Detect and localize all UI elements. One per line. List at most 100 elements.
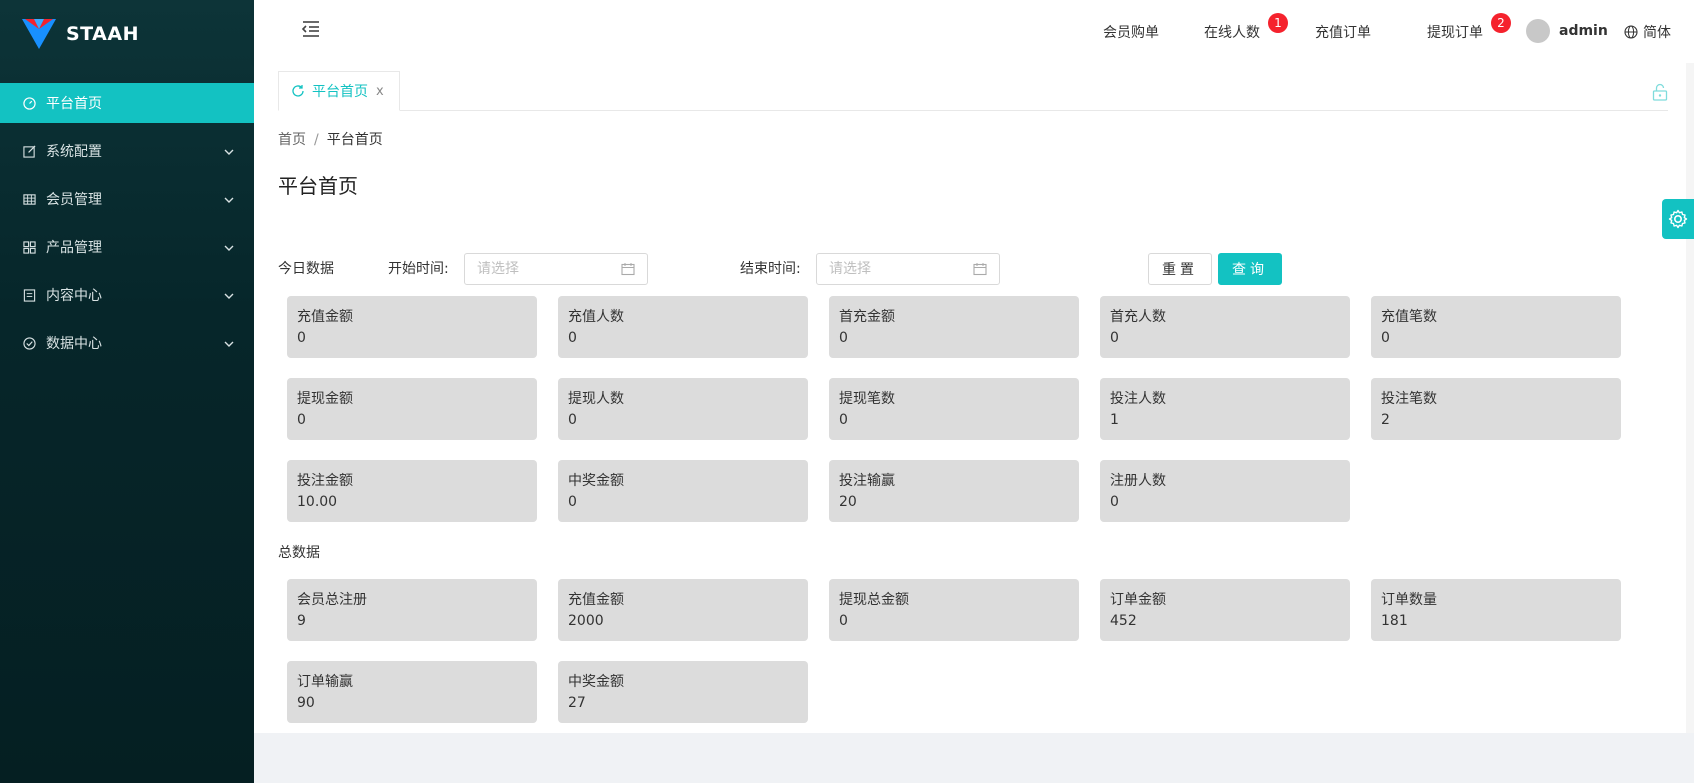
sidebar-item-label: 系统配置 xyxy=(46,144,102,160)
brand-name: STAAH xyxy=(66,23,139,45)
stat-label: 会员总注册 xyxy=(297,592,367,608)
username[interactable]: admin xyxy=(1559,0,1608,63)
reset-button[interactable]: 重置 xyxy=(1148,253,1212,285)
stat-card: 提现金额 0 xyxy=(287,378,537,440)
stat-label: 订单金额 xyxy=(1110,592,1166,608)
end-date-picker[interactable] xyxy=(816,253,1000,285)
stat-value: 181 xyxy=(1381,613,1408,629)
stat-label: 提现总金额 xyxy=(839,592,909,608)
menu-fold-icon[interactable] xyxy=(301,20,321,42)
avatar[interactable] xyxy=(1526,19,1550,43)
sidebar-item-system-config[interactable]: 系统配置 xyxy=(0,131,254,171)
sidebar-item-label: 平台首页 xyxy=(46,96,102,112)
sidebar: STAAH 平台首页 系统配置 会员管理 产品管理 内容中心 数据中心 xyxy=(0,0,254,783)
settings-button[interactable] xyxy=(1662,199,1694,239)
stat-card: 订单金额 452 xyxy=(1100,579,1350,641)
stat-value: 0 xyxy=(839,330,848,346)
stat-card: 首充金额 0 xyxy=(829,296,1079,358)
stat-value: 0 xyxy=(297,330,306,346)
stat-value: 2000 xyxy=(568,613,604,629)
nav-recharge-orders[interactable]: 充值订单 xyxy=(1315,0,1371,63)
stat-card: 注册人数 0 xyxy=(1100,460,1350,522)
calendar-icon xyxy=(621,262,635,280)
nav-online-users[interactable]: 在线人数 xyxy=(1204,0,1260,63)
stat-label: 提现笔数 xyxy=(839,391,895,407)
logo[interactable]: STAAH xyxy=(0,0,254,68)
stat-card: 投注输赢 20 xyxy=(829,460,1079,522)
query-button[interactable]: 查询 xyxy=(1218,253,1282,285)
sidebar-item-data-center[interactable]: 数据中心 xyxy=(0,323,254,363)
stat-label: 订单输赢 xyxy=(297,674,353,690)
stat-value: 0 xyxy=(839,613,848,629)
total-data-label: 总数据 xyxy=(278,545,320,561)
stat-value: 0 xyxy=(297,412,306,428)
sidebar-item-members[interactable]: 会员管理 xyxy=(0,179,254,219)
unlock-icon[interactable] xyxy=(1652,83,1668,105)
stat-label: 订单数量 xyxy=(1381,592,1437,608)
tab-dashboard[interactable]: 平台首页 x xyxy=(278,71,400,111)
stat-value: 0 xyxy=(1110,494,1119,510)
end-date-input[interactable] xyxy=(829,254,969,284)
stat-label: 投注输赢 xyxy=(839,473,895,489)
stat-card: 订单输赢 90 xyxy=(287,661,537,723)
chevron-down-icon xyxy=(224,145,234,161)
stat-label: 中奖金额 xyxy=(568,674,624,690)
nav-withdraw-orders[interactable]: 提现订单 xyxy=(1427,0,1483,63)
globe-icon xyxy=(1624,24,1638,39)
chevron-down-icon xyxy=(224,241,234,257)
end-time-label: 结束时间: xyxy=(740,261,801,277)
sidebar-item-label: 数据中心 xyxy=(46,336,102,352)
start-time-label: 开始时间: xyxy=(388,261,449,277)
stat-label: 充值金额 xyxy=(297,309,353,325)
main-content: 平台首页 x 首页 / 平台首页 平台首页 今日数据 开始时间: 结束时间: 重置 … xyxy=(254,63,1694,733)
stat-label: 首充金额 xyxy=(839,309,895,325)
stat-value: 1 xyxy=(1110,412,1119,428)
stat-label: 充值金额 xyxy=(568,592,624,608)
stat-value: 0 xyxy=(568,412,577,428)
scrollbar[interactable] xyxy=(1686,63,1694,733)
stat-card: 提现总金额 0 xyxy=(829,579,1079,641)
stat-value: 90 xyxy=(297,695,315,711)
sidebar-item-products[interactable]: 产品管理 xyxy=(0,227,254,267)
tab-label: 平台首页 xyxy=(312,84,368,100)
stat-label: 充值笔数 xyxy=(1381,309,1437,325)
stat-label: 注册人数 xyxy=(1110,473,1166,489)
stat-value: 9 xyxy=(297,613,306,629)
stat-label: 首充人数 xyxy=(1110,309,1166,325)
tabs-bar: 平台首页 x xyxy=(278,71,1668,111)
stat-value: 27 xyxy=(568,695,586,711)
start-date-input[interactable] xyxy=(477,254,617,284)
sidebar-item-label: 会员管理 xyxy=(46,192,102,208)
sidebar-item-label: 内容中心 xyxy=(46,288,102,304)
stat-value: 0 xyxy=(568,330,577,346)
sidebar-item-content[interactable]: 内容中心 xyxy=(0,275,254,315)
stat-value: 0 xyxy=(1110,330,1119,346)
language-switcher[interactable]: 简体 xyxy=(1624,0,1671,63)
stat-card: 提现笔数 0 xyxy=(829,378,1079,440)
gear-icon xyxy=(1668,209,1688,229)
stat-value: 10.00 xyxy=(297,494,338,510)
calendar-icon xyxy=(973,262,987,280)
stat-card: 订单数量 181 xyxy=(1371,579,1621,641)
stat-label: 中奖金额 xyxy=(568,473,624,489)
today-data-label: 今日数据 xyxy=(278,261,334,277)
filter-row: 今日数据 开始时间: 结束时间: 重置 查询 xyxy=(278,253,1478,285)
stat-card: 充值笔数 0 xyxy=(1371,296,1621,358)
check-circle-icon xyxy=(22,336,36,350)
sidebar-item-dashboard[interactable]: 平台首页 xyxy=(0,83,254,123)
stat-value: 0 xyxy=(839,412,848,428)
stat-card: 投注笔数 2 xyxy=(1371,378,1621,440)
stat-label: 投注笔数 xyxy=(1381,391,1437,407)
stat-value: 20 xyxy=(839,494,857,510)
stat-value: 0 xyxy=(1381,330,1390,346)
close-icon[interactable]: x xyxy=(376,84,384,99)
nav-member-orders[interactable]: 会员购单 xyxy=(1103,0,1159,63)
stat-label: 投注金额 xyxy=(297,473,353,489)
start-date-picker[interactable] xyxy=(464,253,648,285)
breadcrumb-home[interactable]: 首页 xyxy=(278,132,306,148)
top-header: 会员购单 在线人数 1 充值订单 提现订单 2 admin 简体 xyxy=(254,0,1694,63)
stat-label: 提现金额 xyxy=(297,391,353,407)
stat-card: 充值人数 0 xyxy=(558,296,808,358)
chevron-down-icon xyxy=(224,337,234,353)
refresh-icon[interactable] xyxy=(291,84,305,98)
